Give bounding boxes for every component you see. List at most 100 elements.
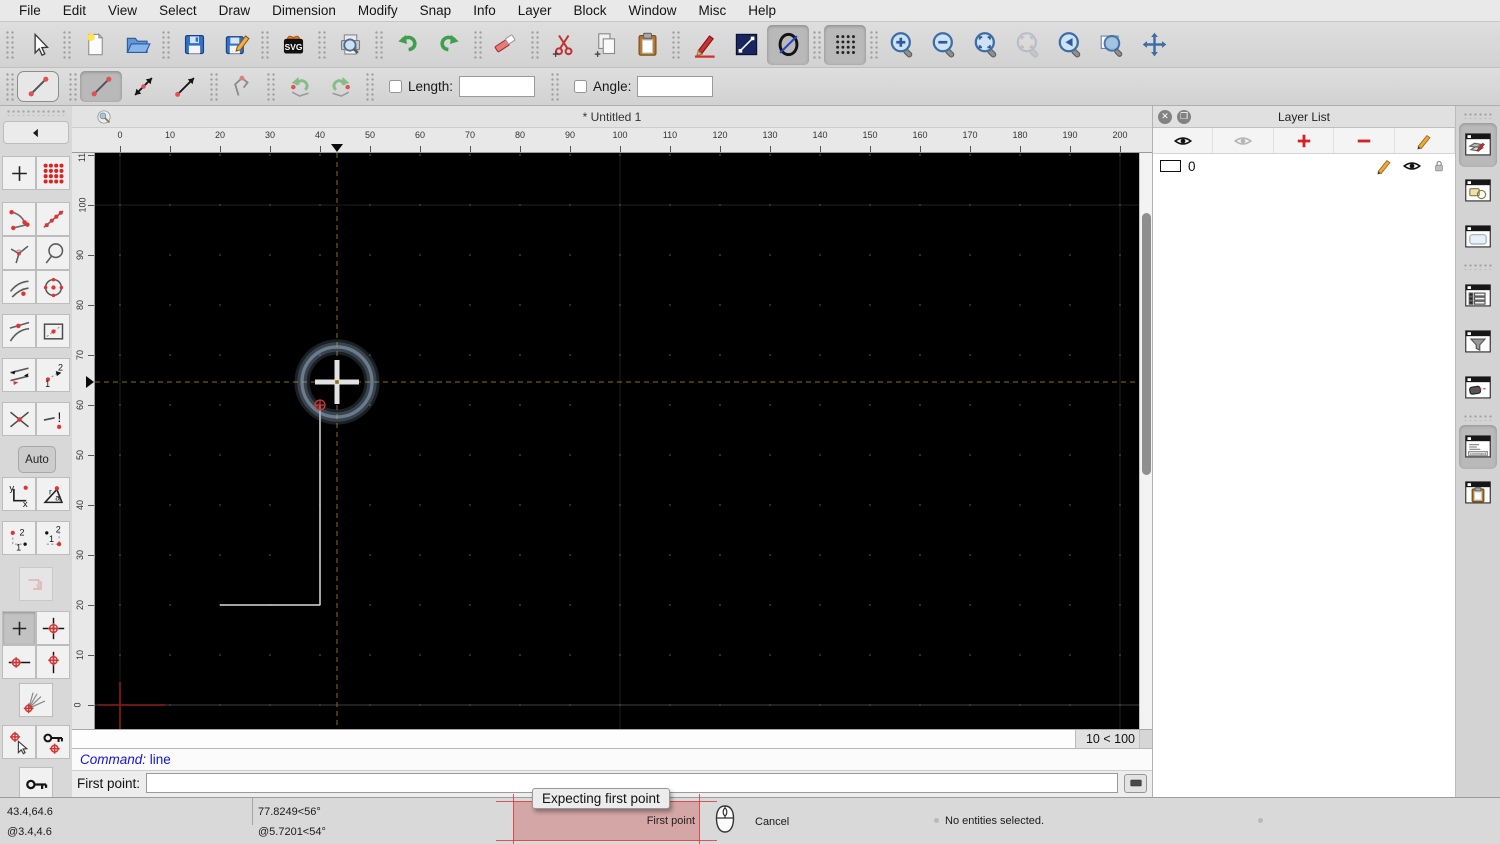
dock-selection-filter-button[interactable]: [1459, 320, 1497, 364]
dock-block-list-button[interactable]: [1459, 169, 1497, 213]
zoom-auto-button[interactable]: [965, 25, 1007, 65]
snap-grid-button[interactable]: [36, 156, 70, 190]
ellipse-tool-button[interactable]: [767, 24, 809, 65]
snap-on-entity-button[interactable]: [36, 202, 70, 236]
drawing-canvas[interactable]: [95, 153, 1139, 729]
menu-modify[interactable]: Modify: [347, 0, 409, 21]
snap-nothing-button[interactable]: !: [36, 402, 70, 436]
hide-all-layers-button[interactable]: [1213, 128, 1274, 153]
lock-reference-button[interactable]: [36, 725, 70, 759]
redo-button[interactable]: [428, 25, 470, 65]
relative-zero-vertical-button[interactable]: [36, 645, 70, 679]
snap-perpendicular-button[interactable]: [2, 236, 36, 270]
horizontal-scrollbar[interactable]: [72, 730, 1075, 748]
layer-lock-icon[interactable]: [1430, 157, 1448, 175]
zoom-previous-button[interactable]: [1049, 25, 1091, 65]
dock-library-browser-button[interactable]: [1459, 215, 1497, 259]
dock-layer-list-button[interactable]: [1459, 123, 1497, 167]
vertical-scrollbar[interactable]: [1139, 153, 1152, 729]
command-keyboard-toggle-button[interactable]: [1124, 773, 1147, 793]
snap-center-button[interactable]: [36, 270, 70, 304]
menu-draw[interactable]: Draw: [208, 0, 262, 21]
snap-middle-button[interactable]: [36, 236, 70, 270]
relative-zero-cross-button[interactable]: [36, 611, 70, 645]
edit-layer-button[interactable]: [1395, 128, 1456, 153]
undo-segment-button[interactable]: [278, 71, 320, 102]
zoom-in-button[interactable]: [881, 25, 923, 65]
line-ray-button[interactable]: [164, 71, 206, 102]
menu-dimension[interactable]: Dimension: [261, 0, 347, 21]
save-button[interactable]: [173, 25, 215, 65]
menu-info[interactable]: Info: [462, 0, 507, 21]
menu-view[interactable]: View: [97, 0, 148, 21]
lock-relative-zero-button[interactable]: [19, 767, 53, 797]
close-icon[interactable]: ✕: [1158, 109, 1172, 124]
redo-segment-button[interactable]: [320, 71, 362, 102]
relative-zero-free-button[interactable]: [2, 611, 36, 645]
menu-snap[interactable]: Snap: [409, 0, 463, 21]
zoom-window-button[interactable]: [1091, 25, 1133, 65]
remove-layer-button[interactable]: [1334, 128, 1395, 153]
paste-clipboard-button[interactable]: [626, 25, 668, 65]
line-angle-button[interactable]: [122, 71, 164, 102]
layer-edit-icon[interactable]: [1374, 156, 1394, 176]
snap-reference-button[interactable]: [36, 314, 70, 348]
restrict-order-button[interactable]: 12: [36, 358, 70, 392]
dock-pen-palette-button[interactable]: [1459, 366, 1497, 410]
delete-eraser-button[interactable]: [485, 25, 527, 65]
dock-clipboard-button[interactable]: [1459, 471, 1497, 515]
add-layer-button[interactable]: [1274, 128, 1335, 153]
float-panel-icon[interactable]: ❐: [1177, 109, 1191, 124]
coordinate-polar-button[interactable]: ra: [36, 477, 70, 511]
polyline-button[interactable]: [221, 71, 263, 102]
undo-button[interactable]: [386, 25, 428, 65]
zoom-pan-button[interactable]: [1133, 25, 1175, 65]
snap-auto-button[interactable]: Auto: [18, 446, 56, 473]
vertical-scrollbar-thumb[interactable]: [1142, 213, 1151, 475]
zoom-out-button[interactable]: [923, 25, 965, 65]
line-two-points-button[interactable]: [80, 71, 122, 102]
menu-file[interactable]: File: [8, 0, 52, 21]
snap-endpoints-button[interactable]: [2, 202, 36, 236]
order-points-21-button[interactable]: 12: [36, 521, 70, 555]
layer-row[interactable]: 0: [1153, 154, 1455, 178]
select-arrow-button[interactable]: [17, 25, 59, 65]
line-attributes-button[interactable]: [725, 25, 767, 65]
menu-edit[interactable]: Edit: [52, 0, 97, 21]
dock-entity-list-button[interactable]: [1459, 274, 1497, 318]
menu-misc[interactable]: Misc: [688, 0, 738, 21]
menu-help[interactable]: Help: [737, 0, 787, 21]
snap-tangent-button[interactable]: [2, 314, 36, 348]
dock-command-line-button[interactable]: command: [1459, 425, 1497, 469]
menu-block[interactable]: Block: [563, 0, 618, 21]
line-two-points-button[interactable]: [17, 71, 59, 102]
restrict-directions-button[interactable]: [2, 358, 36, 392]
draw-pen-button[interactable]: [683, 25, 725, 65]
copy-button[interactable]: [584, 25, 626, 65]
snap-free-button[interactable]: [2, 156, 36, 190]
angle-input[interactable]: [637, 76, 714, 97]
new-document-button[interactable]: [74, 25, 116, 65]
coordinate-cartesian-button[interactable]: yx: [2, 477, 36, 511]
select-reference-button[interactable]: [2, 725, 36, 759]
snap-intersection-button[interactable]: [2, 402, 36, 436]
length-checkbox[interactable]: [389, 80, 402, 93]
menu-layer[interactable]: Layer: [507, 0, 563, 21]
relative-zero-horizontal-button[interactable]: [2, 645, 36, 679]
order-points-12-button[interactable]: 12: [2, 521, 36, 555]
print-preview-button[interactable]: [329, 25, 371, 65]
grid-toggle-button[interactable]: [824, 24, 866, 65]
snap-distance-button[interactable]: [2, 270, 36, 304]
save-as-button[interactable]: [215, 25, 257, 65]
length-input[interactable]: [459, 76, 536, 97]
menu-window[interactable]: Window: [618, 0, 688, 21]
show-all-layers-button[interactable]: [1153, 128, 1214, 153]
open-folder-button[interactable]: [116, 25, 158, 65]
layer-visibility-icon[interactable]: [1401, 155, 1423, 177]
back-arrow-button[interactable]: [3, 121, 69, 144]
svg-export-button[interactable]: SVG: [272, 25, 314, 65]
angle-protractor-button[interactable]: [19, 683, 53, 717]
angle-checkbox[interactable]: [574, 80, 588, 93]
menu-select[interactable]: Select: [148, 0, 208, 21]
cut-scissors-button[interactable]: [542, 25, 584, 65]
